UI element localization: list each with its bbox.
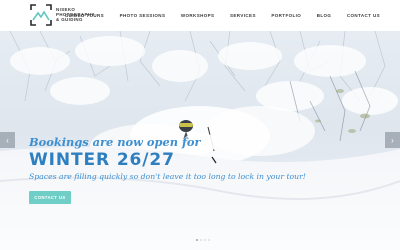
main-nav: GUIDED TOURS PHOTO SESSIONS WORKSHOPS SE… bbox=[49, 13, 380, 18]
nav-item-contact-us[interactable]: CONTACT US bbox=[347, 13, 380, 18]
contact-us-button[interactable]: CONTACT US bbox=[29, 191, 71, 204]
nav-item-blog[interactable]: BLOG bbox=[317, 13, 332, 18]
chevron-left-icon: ‹ bbox=[6, 135, 9, 145]
slider-dot[interactable] bbox=[199, 239, 203, 242]
slider-next-button[interactable]: › bbox=[385, 132, 400, 148]
nav-item-photo-sessions[interactable]: PHOTO SESSIONS bbox=[120, 13, 166, 18]
nav-item-portfolio[interactable]: PORTFOLIO bbox=[271, 13, 301, 18]
slider-dot[interactable] bbox=[196, 239, 199, 242]
slider-prev-button[interactable]: ‹ bbox=[0, 132, 15, 148]
hero-headline-small: Bookings are now open for bbox=[29, 135, 201, 149]
nav-item-guided-tours[interactable]: GUIDED TOURS bbox=[65, 13, 104, 18]
nav-item-services[interactable]: SERVICES bbox=[230, 13, 256, 18]
chevron-right-icon: › bbox=[391, 135, 394, 145]
logo-line: & GUIDING bbox=[56, 17, 83, 23]
site-header: NISEKO PHOTOGRAPHY & GUIDING GUIDED TOUR… bbox=[0, 0, 400, 31]
nav-item-workshops[interactable]: WORKSHOPS bbox=[181, 13, 215, 18]
hero-slider: Bookings are now open for WINTER 26/27 S… bbox=[0, 31, 400, 250]
slider-dot[interactable] bbox=[203, 239, 207, 242]
hero-subheading: Spaces are filling quickly so don't leav… bbox=[29, 172, 306, 181]
hero-headline-large: WINTER 26/27 bbox=[29, 150, 175, 170]
slider-dots bbox=[196, 239, 212, 242]
slider-dot[interactable] bbox=[207, 239, 211, 242]
